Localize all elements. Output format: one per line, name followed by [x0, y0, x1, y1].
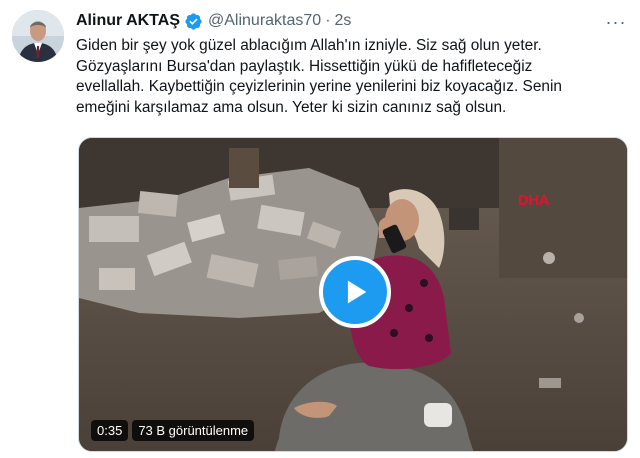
broadcaster-logo: DHA: [518, 192, 550, 209]
play-button[interactable]: [319, 256, 391, 328]
video-duration: 0:35: [91, 420, 129, 441]
tweet-text: Giden bir şey yok güzel ablacığım Allah'…: [76, 37, 562, 116]
video-meta: 0:35 73 B görüntülenme: [91, 420, 255, 441]
tweet-body: Alinur AKTAŞ @Alinuraktas70 · 2s ··· Gid…: [76, 10, 628, 452]
view-count: 73 B görüntülenme: [132, 420, 255, 441]
avatar[interactable]: [12, 10, 64, 62]
more-options-icon[interactable]: ···: [606, 12, 626, 32]
verified-badge-icon: [184, 12, 203, 31]
author-handle[interactable]: @Alinuraktas70: [208, 12, 321, 30]
timestamp[interactable]: 2s: [335, 12, 352, 30]
video-player[interactable]: DHA 0:35 73 B görüntülenme: [78, 137, 628, 452]
avatar-image: [12, 10, 64, 62]
tweet: Alinur AKTAŞ @Alinuraktas70 · 2s ··· Gid…: [0, 0, 640, 458]
tweet-header: Alinur AKTAŞ @Alinuraktas70 · 2s: [76, 10, 626, 32]
author-name[interactable]: Alinur AKTAŞ: [76, 12, 180, 30]
separator-dot: ·: [325, 12, 331, 29]
play-icon: [347, 280, 367, 304]
